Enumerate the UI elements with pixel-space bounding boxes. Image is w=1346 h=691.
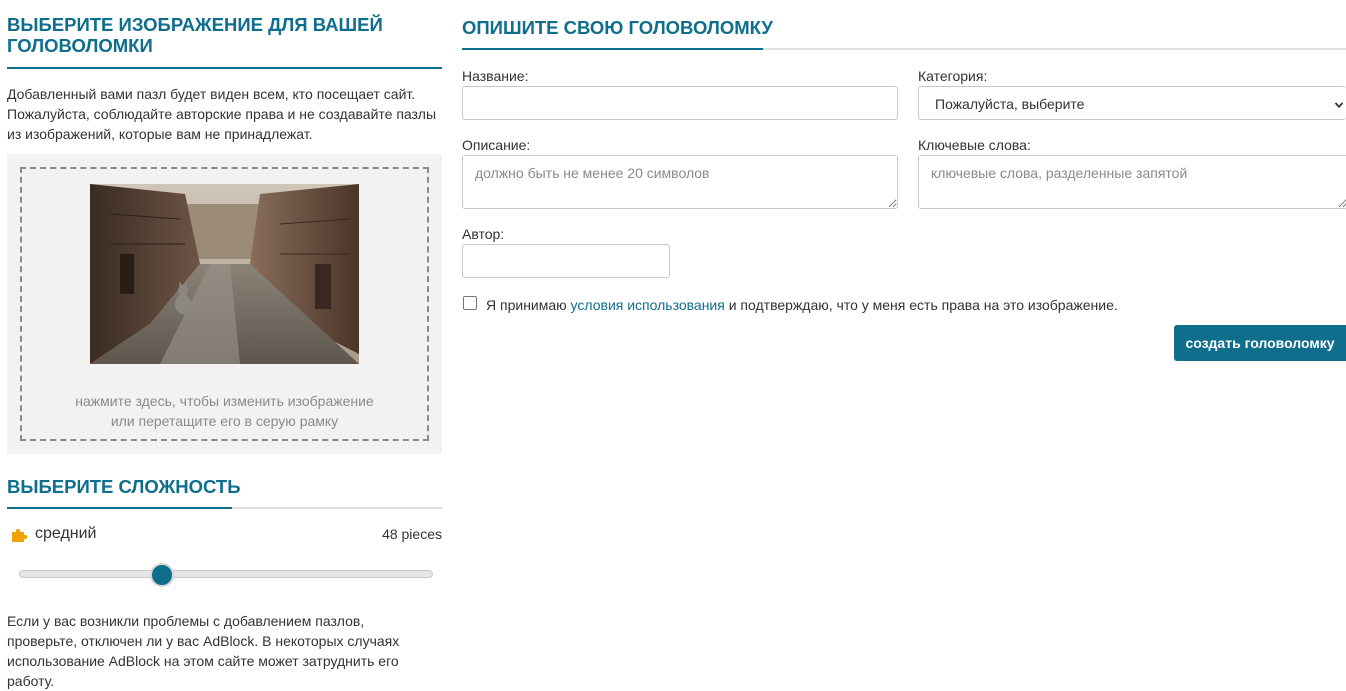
terms-prefix: Я принимаю — [486, 297, 571, 313]
chevron-down-icon — [1334, 97, 1344, 113]
difficulty-level-label: средний — [35, 525, 97, 542]
name-input[interactable] — [462, 86, 898, 120]
intro-text: Добавленный вами пазл будет виден всем, … — [7, 86, 437, 142]
description-label: Описание: — [462, 137, 531, 153]
puzzle-piece-icon — [11, 527, 29, 548]
image-drop-area[interactable]: нажмите здесь, чтобы изменить изображени… — [7, 154, 442, 454]
description-textarea[interactable] — [462, 155, 898, 209]
describe-section-title: ОПИШИТЕ СВОЮ ГОЛОВОЛОМКУ — [462, 17, 773, 38]
terms-suffix: и подтверждаю, что у меня есть права на … — [724, 297, 1118, 313]
drop-hint-line1: нажмите здесь, чтобы изменить изображени… — [75, 393, 374, 409]
author-input[interactable] — [462, 244, 670, 278]
name-label: Название: — [462, 68, 529, 84]
image-section-title: ВЫБЕРИТЕ ИЗОБРАЖЕНИЕ ДЛЯ ВАШЕЙ ГОЛОВОЛОМ… — [7, 14, 383, 56]
drop-hint-line2: или перетащите его в серую рамку — [110, 413, 339, 429]
difficulty-section-title: ВЫБЕРИТЕ СЛОЖНОСТЬ — [7, 476, 241, 497]
describe-title-accent — [462, 48, 763, 50]
keywords-label: Ключевые слова: — [918, 137, 1031, 153]
puzzle-image-preview[interactable] — [90, 184, 359, 364]
author-label: Автор: — [462, 226, 505, 242]
terms-checkbox[interactable] — [463, 296, 477, 310]
image-title-accent — [7, 67, 442, 69]
keywords-textarea[interactable] — [918, 155, 1346, 209]
image-drop-zone[interactable]: нажмите здесь, чтобы изменить изображени… — [20, 167, 429, 441]
category-select[interactable]: Пожалуйста, выберите — [918, 86, 1346, 120]
pieces-count: 48 pieces — [382, 526, 442, 542]
category-label: Категория: — [918, 68, 988, 84]
category-selected-value: Пожалуйста, выберите — [935, 96, 1085, 112]
terms-text: Я принимаю условия использования и подтв… — [486, 297, 1118, 313]
difficulty-slider-track[interactable] — [19, 570, 433, 578]
difficulty-row: средний 48 pieces — [7, 523, 442, 547]
street-cat-image — [90, 184, 359, 364]
drop-hint: нажмите здесь, чтобы изменить изображени… — [22, 391, 427, 431]
adblock-note: Если у вас возникли проблемы с добавлени… — [7, 613, 400, 689]
difficulty-slider-handle[interactable] — [150, 563, 174, 587]
difficulty-title-accent — [7, 507, 232, 509]
terms-of-use-link[interactable]: условия использования — [571, 297, 725, 313]
create-puzzle-button[interactable]: создать головоломку — [1174, 325, 1346, 361]
